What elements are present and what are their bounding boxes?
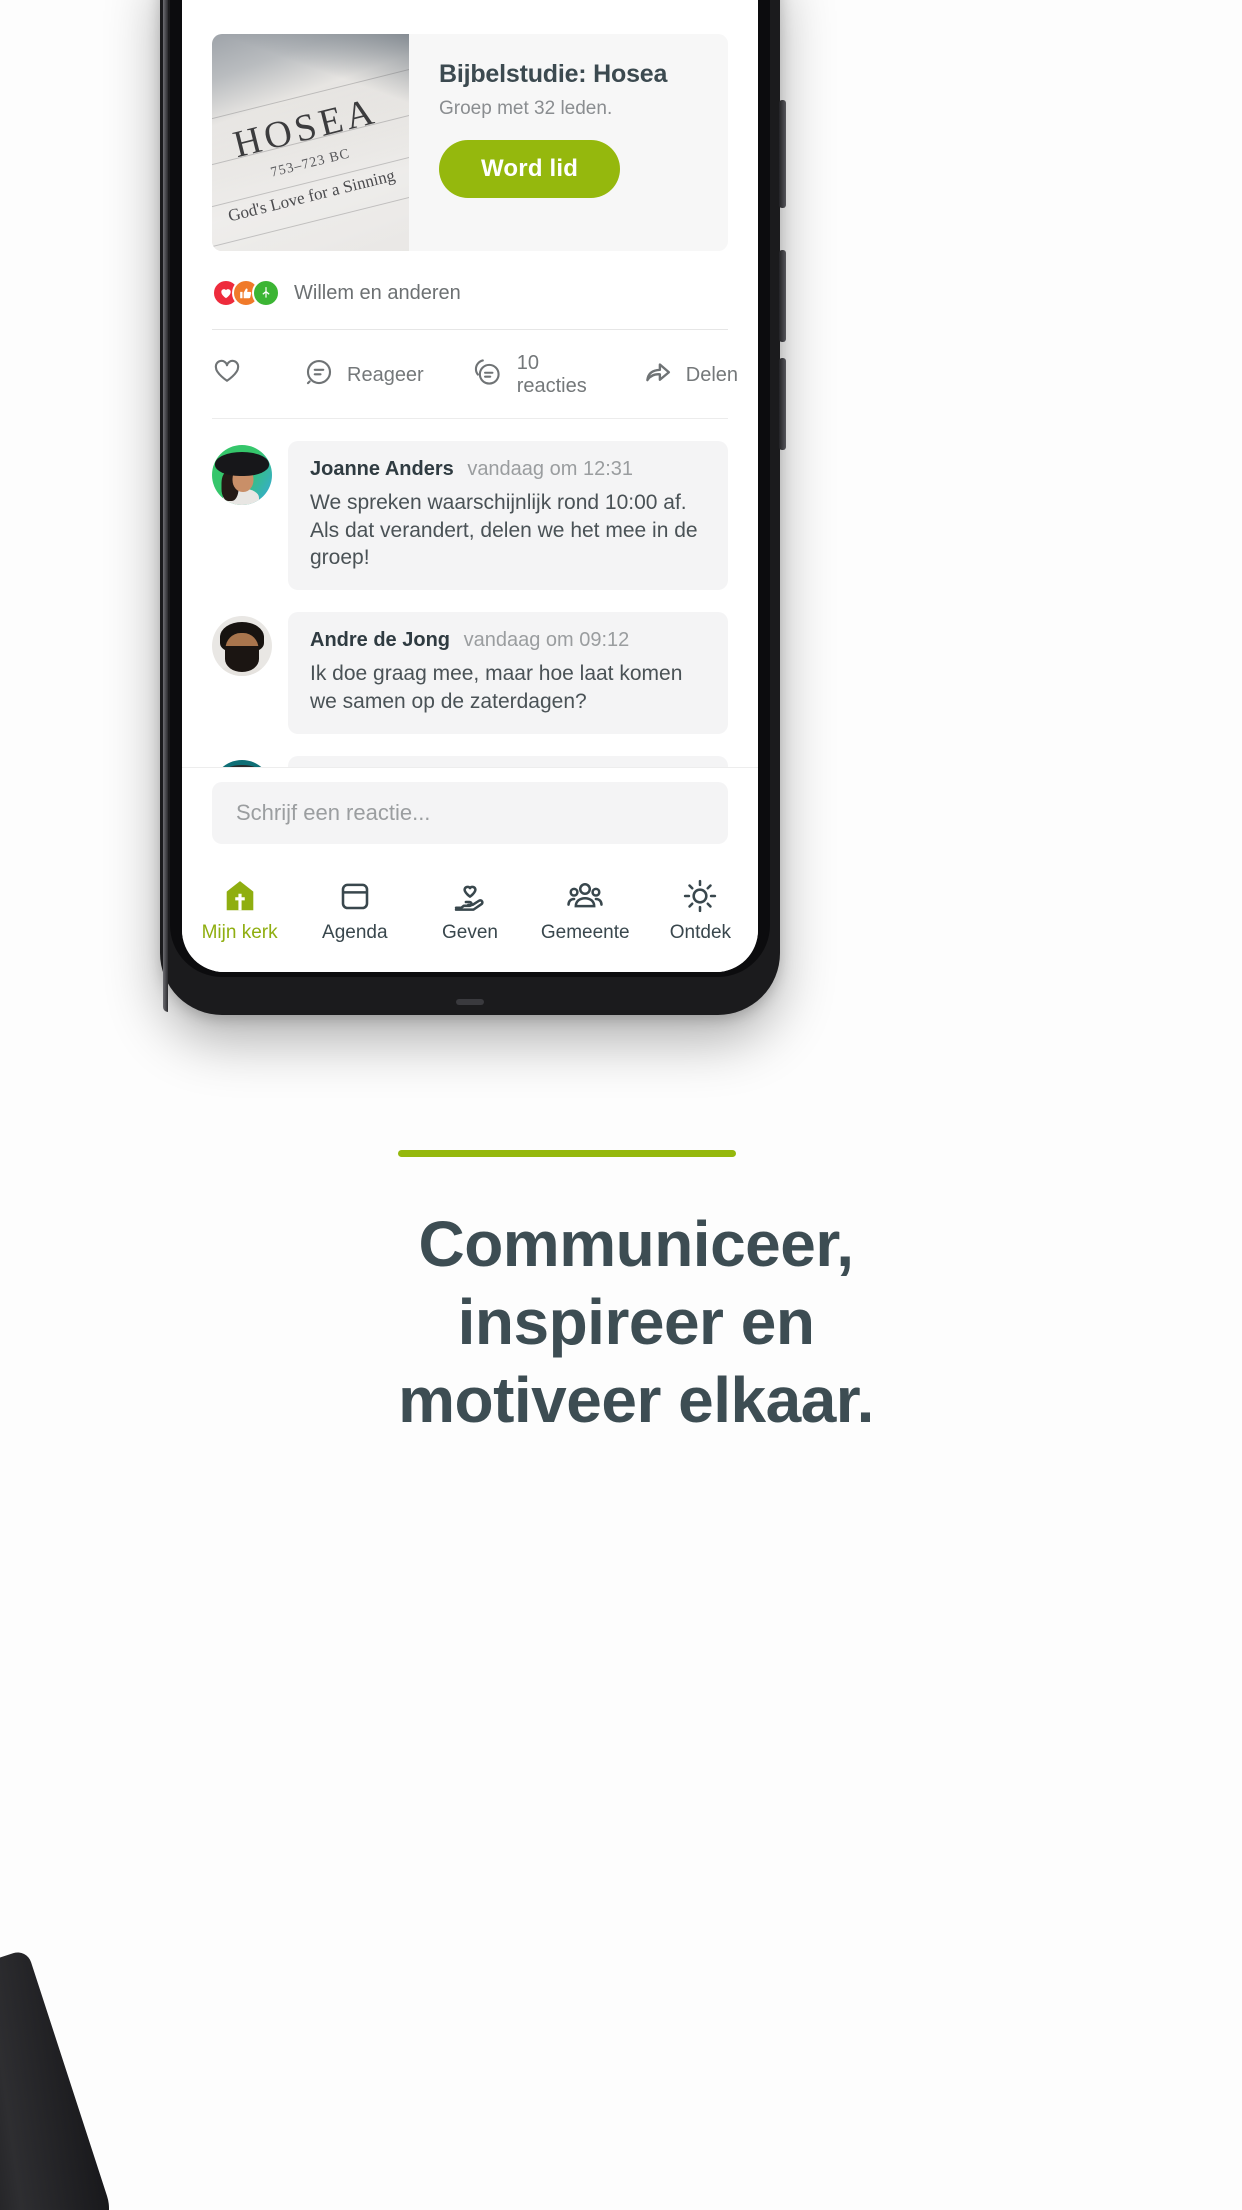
comment-count-label: 10 reacties [516,352,587,397]
group-thumbnail-image: HOSEA 753–723 BC God's Love for a Sinnin… [212,34,409,251]
nav-label: Geven [442,922,498,943]
nav-item-agenda[interactable]: Agenda [297,874,412,944]
accent-divider [398,1150,736,1157]
headline-line-2: inspireer en [457,1286,815,1359]
calendar-icon [337,874,373,918]
church-home-icon [221,874,259,918]
comment-input[interactable] [212,782,728,844]
nav-label: Agenda [322,922,388,943]
comment-button-label: Reageer [347,363,424,386]
nav-label: Ontdek [669,922,732,943]
nav-item-ontdek[interactable]: Ontdek [643,874,758,944]
people-group-icon [566,874,604,918]
nav-label: Mijn kerk [201,922,278,943]
comment-text: We spreken waarschijnlijk rond 10:00 af.… [310,491,698,570]
reactions-row[interactable]: Willem en anderen [212,279,728,330]
comment-count-button[interactable]: 10 reacties [472,352,587,398]
like-button[interactable] [212,357,242,393]
nav-item-geven[interactable]: Geven [412,874,527,944]
volume-down-button[interactable] [779,358,786,450]
join-group-button[interactable]: Word lid [439,140,621,198]
avatar[interactable] [212,445,272,505]
phone-screen: HOSEA 753–723 BC God's Love for a Sinnin… [182,0,758,972]
avatar[interactable] [212,616,272,677]
phone-device-frame: HOSEA 753–723 BC God's Love for a Sinnin… [160,0,786,1015]
heart-outline-icon [212,357,242,393]
power-button[interactable] [779,100,786,208]
group-member-count: Groep met 32 leden. [439,98,613,119]
comment-bubble: Joanne Anders vandaag om 12:31 We spreke… [288,441,728,591]
nav-item-mijn-kerk[interactable]: Mijn kerk [182,874,297,944]
comment-header: Joanne Anders vandaag om 12:31 [310,457,708,481]
group-card-body: Bijbelstudie: Hosea Groep met 32 leden. … [409,34,728,251]
headline-line-3: motiveer elkaar. [398,1364,874,1437]
bottom-navigation-bar: Mijn kerk Agenda Geven Gemeente Ontdek [182,860,758,972]
post-action-bar: Reageer 10 reacties Delen [212,330,738,419]
comment-composer-bar [182,767,758,860]
comment-item[interactable]: Andre de Jong vandaag om 09:12 Ik doe gr… [212,612,728,734]
comment-button[interactable]: Reageer [304,357,424,393]
device-chin-marker [456,999,484,1005]
pray-reaction-icon [252,279,280,307]
headline-line-1: Communiceer, [418,1208,854,1280]
comment-bubble: Andre de Jong vandaag om 09:12 Ik doe gr… [288,612,728,734]
comment-author: Joanne Anders [310,458,454,480]
comment-item[interactable]: Joanne Anders vandaag om 12:31 We spreke… [212,441,728,591]
feed-container: HOSEA 753–723 BC God's Love for a Sinnin… [182,0,758,850]
comment-timestamp: vandaag om 12:31 [467,458,633,480]
comment-header: Andre de Jong vandaag om 09:12 [310,628,708,652]
share-button-label: Delen [685,363,739,386]
reaction-names: Willem en anderen [294,281,461,304]
group-card[interactable]: HOSEA 753–723 BC God's Love for a Sinnin… [212,34,728,251]
comment-bubble-icon [304,357,334,393]
comments-stack-icon [472,356,504,394]
hand-heart-icon [451,874,489,918]
stylus-decoration [0,1948,120,2210]
share-arrow-icon [643,357,673,393]
comment-author: Andre de Jong [310,629,451,652]
comment-text: Ik doe graag mee, maar hoe laat komen we… [310,662,683,713]
group-title: Bijbelstudie: Hosea [439,60,668,88]
nav-label: Gemeente [540,922,630,943]
comment-timestamp: vandaag om 09:12 [463,629,630,652]
marketing-page: HOSEA 753–723 BC God's Love for a Sinnin… [0,0,1242,2210]
volume-up-button[interactable] [779,250,786,342]
nav-item-gemeente[interactable]: Gemeente [528,874,643,944]
reaction-emoji-stack[interactable] [212,279,280,307]
marketing-headline: Communiceer, inspireer en motiveer elkaa… [110,1205,1162,1439]
sun-discover-icon [681,874,719,918]
share-button[interactable]: Delen [643,357,738,393]
